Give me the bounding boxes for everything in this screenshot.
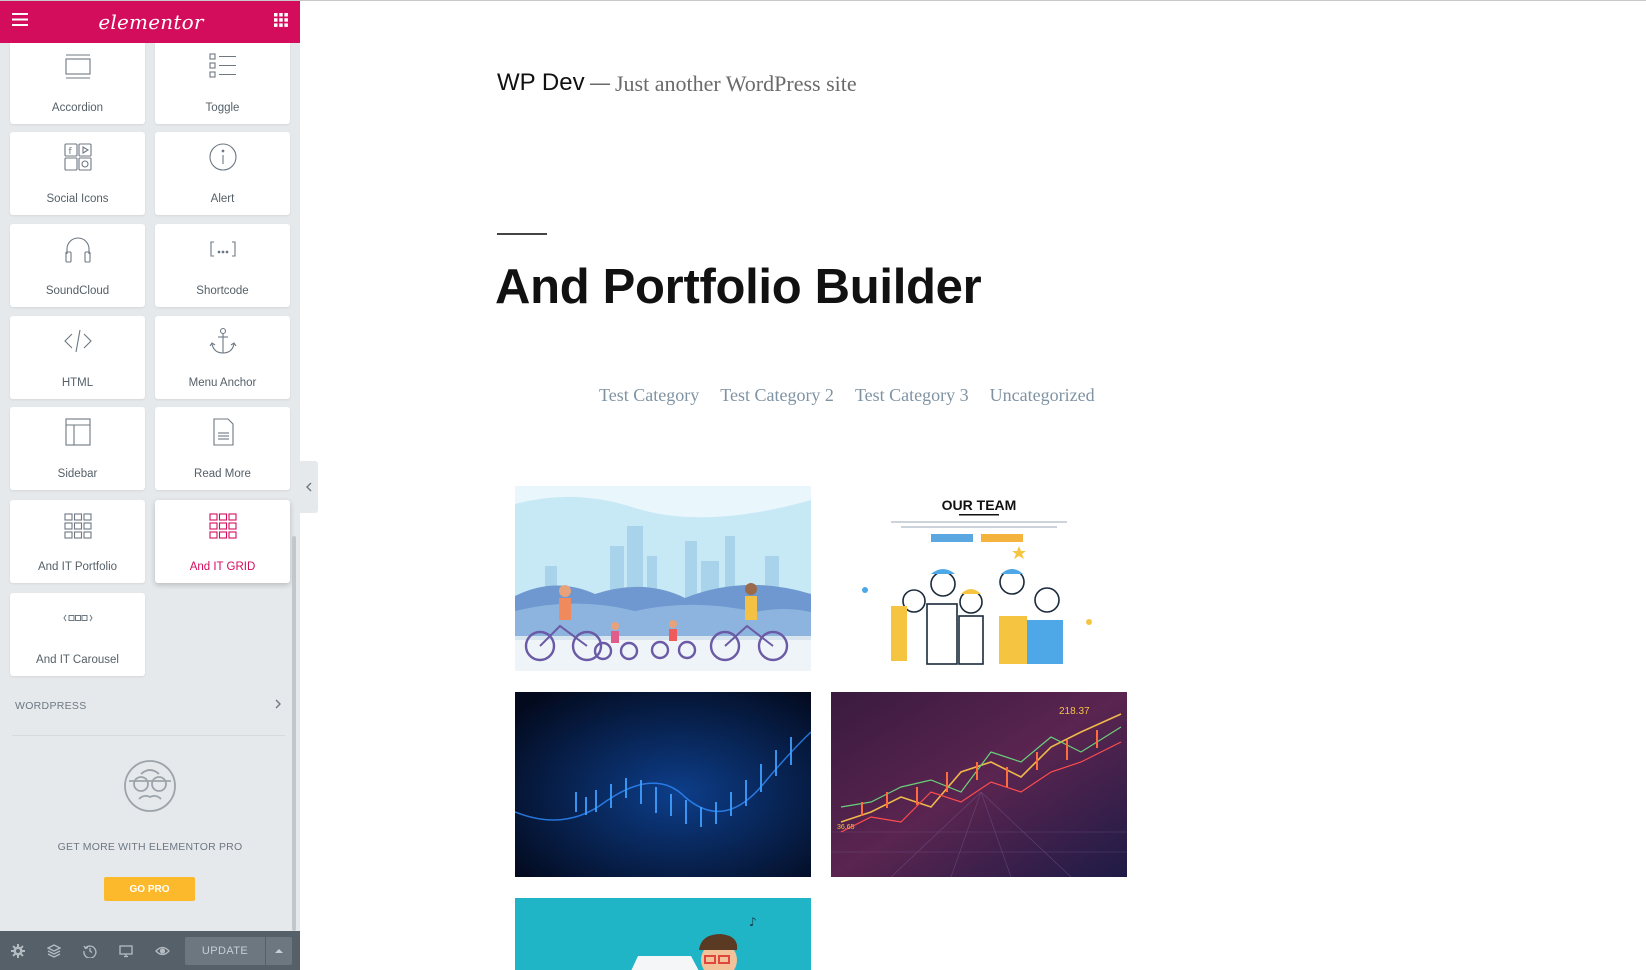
- category-filter-item[interactable]: Uncategorized: [990, 385, 1095, 406]
- stock-market-image: 218.37 36.65: [831, 692, 1127, 877]
- responsive-mode-icon[interactable]: [108, 931, 144, 970]
- nerd-face-icon: [124, 760, 176, 812]
- history-icon[interactable]: [72, 931, 108, 970]
- caret-up-icon: [275, 949, 283, 953]
- portfolio-item-cyclists[interactable]: [515, 486, 811, 671]
- widget-soundcloud[interactable]: SoundCloud: [10, 224, 145, 307]
- widget-label: Social Icons: [46, 193, 109, 205]
- preview-eye-icon[interactable]: [144, 931, 180, 970]
- panel-footer: UPDATE: [0, 931, 300, 970]
- go-pro-button[interactable]: GO PRO: [104, 877, 195, 901]
- carousel-icon: [62, 614, 93, 622]
- panel-header: elementor: [0, 1, 300, 43]
- menu-icon[interactable]: [12, 13, 28, 31]
- cyclists-illustration: [515, 486, 811, 671]
- our-team-heading: OUR TEAM: [942, 497, 1017, 513]
- widget-social-icons[interactable]: f Social Icons: [10, 132, 145, 215]
- widgets-list: Accordion Toggle f Social Icons Alert So…: [0, 43, 300, 931]
- widget-label: Read More: [194, 468, 251, 480]
- panel-scrollbar[interactable]: [292, 536, 296, 931]
- sidebar-icon: [64, 418, 91, 446]
- widget-read-more[interactable]: Read More: [155, 407, 290, 490]
- widget-label: Menu Anchor: [188, 377, 257, 389]
- widget-label: SoundCloud: [45, 285, 110, 297]
- widget-label: And IT Portfolio: [37, 561, 118, 573]
- wordpress-category-toggle[interactable]: WORDPRESS: [0, 697, 300, 740]
- category-filter-item[interactable]: Test Category 3: [855, 385, 969, 406]
- stock-value-label: 218.37: [1059, 706, 1090, 717]
- our-team-illustration: OUR TEAM: [831, 486, 1127, 671]
- update-button[interactable]: UPDATE: [185, 937, 265, 965]
- widget-label: And IT Carousel: [36, 654, 119, 666]
- widget-label: Toggle: [205, 102, 240, 114]
- portfolio-item-our-team[interactable]: OUR TEAM: [831, 486, 1127, 671]
- title-rule: [497, 233, 547, 235]
- widget-toggle[interactable]: Toggle: [155, 43, 290, 124]
- chevron-left-icon: [306, 482, 312, 492]
- widget-and-it-portfolio[interactable]: And IT Portfolio: [10, 500, 145, 583]
- elementor-editor: elementor Accordion Toggle f Social Icon…: [0, 0, 1646, 970]
- code-icon: [63, 329, 92, 353]
- navigator-layers-icon[interactable]: [36, 931, 72, 970]
- widget-alert[interactable]: Alert: [155, 132, 290, 215]
- portfolio-item-stock-chart[interactable]: 218.37 36.65: [831, 692, 1127, 877]
- site-title-separator: —: [589, 71, 611, 96]
- elementor-logo: elementor: [98, 10, 204, 34]
- toggle-icon: [208, 53, 236, 78]
- collapse-panel-button[interactable]: [300, 461, 318, 513]
- site-tagline: Just another WordPress site: [615, 71, 857, 96]
- category-filter-item[interactable]: Test Category: [599, 385, 699, 406]
- widgets-grid-icon[interactable]: [273, 12, 288, 32]
- blue-candlestick-image: [515, 692, 811, 877]
- elementor-panel: elementor Accordion Toggle f Social Icon…: [0, 1, 300, 970]
- widget-label: Sidebar: [57, 468, 98, 480]
- read-more-icon: [212, 418, 234, 446]
- page-title: And Portfolio Builder: [495, 260, 982, 314]
- social-icons-icon: f: [63, 143, 92, 171]
- widget-label: Shortcode: [196, 285, 249, 297]
- portfolio-item-blue-chart[interactable]: [515, 692, 811, 877]
- accordion-icon: [64, 54, 91, 79]
- widget-sidebar[interactable]: Sidebar: [10, 407, 145, 490]
- widget-label: HTML: [61, 377, 94, 389]
- shortcode-icon: [209, 241, 236, 257]
- widget-and-it-grid[interactable]: And IT GRID: [155, 500, 290, 583]
- headphones-icon: [64, 237, 91, 263]
- portfolio-item-teal-illustration[interactable]: ♪: [515, 898, 811, 970]
- divider: [12, 735, 285, 736]
- grid-icon: [63, 513, 92, 539]
- go-pro-text: GET MORE WITH ELEMENTOR PRO: [57, 841, 243, 853]
- category-filter-item[interactable]: Test Category 2: [720, 385, 834, 406]
- stock-side-label: 36.65: [837, 824, 855, 831]
- wordpress-category-title: WORDPRESS: [15, 700, 87, 712]
- widget-html[interactable]: HTML: [10, 316, 145, 399]
- chevron-right-icon: [273, 697, 283, 716]
- widget-label: Accordion: [51, 102, 104, 114]
- widget-label: Alert: [210, 193, 235, 205]
- widget-accordion[interactable]: Accordion: [10, 43, 145, 124]
- save-options-button[interactable]: [266, 937, 292, 965]
- widget-shortcode[interactable]: Shortcode: [155, 224, 290, 307]
- settings-icon[interactable]: [0, 931, 36, 970]
- svg-text:♪: ♪: [749, 915, 757, 929]
- grid-icon: [208, 513, 237, 539]
- alert-icon: [208, 143, 237, 171]
- site-title[interactable]: WP Dev: [497, 69, 585, 97]
- widget-label: And IT GRID: [189, 561, 256, 573]
- widget-menu-anchor[interactable]: Menu Anchor: [155, 316, 290, 399]
- anchor-icon: [209, 327, 236, 354]
- widget-and-it-carousel[interactable]: And IT Carousel: [10, 593, 145, 676]
- category-filter: Test Category Test Category 2 Test Categ…: [599, 385, 1095, 406]
- person-laptop-illustration: ♪: [515, 898, 811, 970]
